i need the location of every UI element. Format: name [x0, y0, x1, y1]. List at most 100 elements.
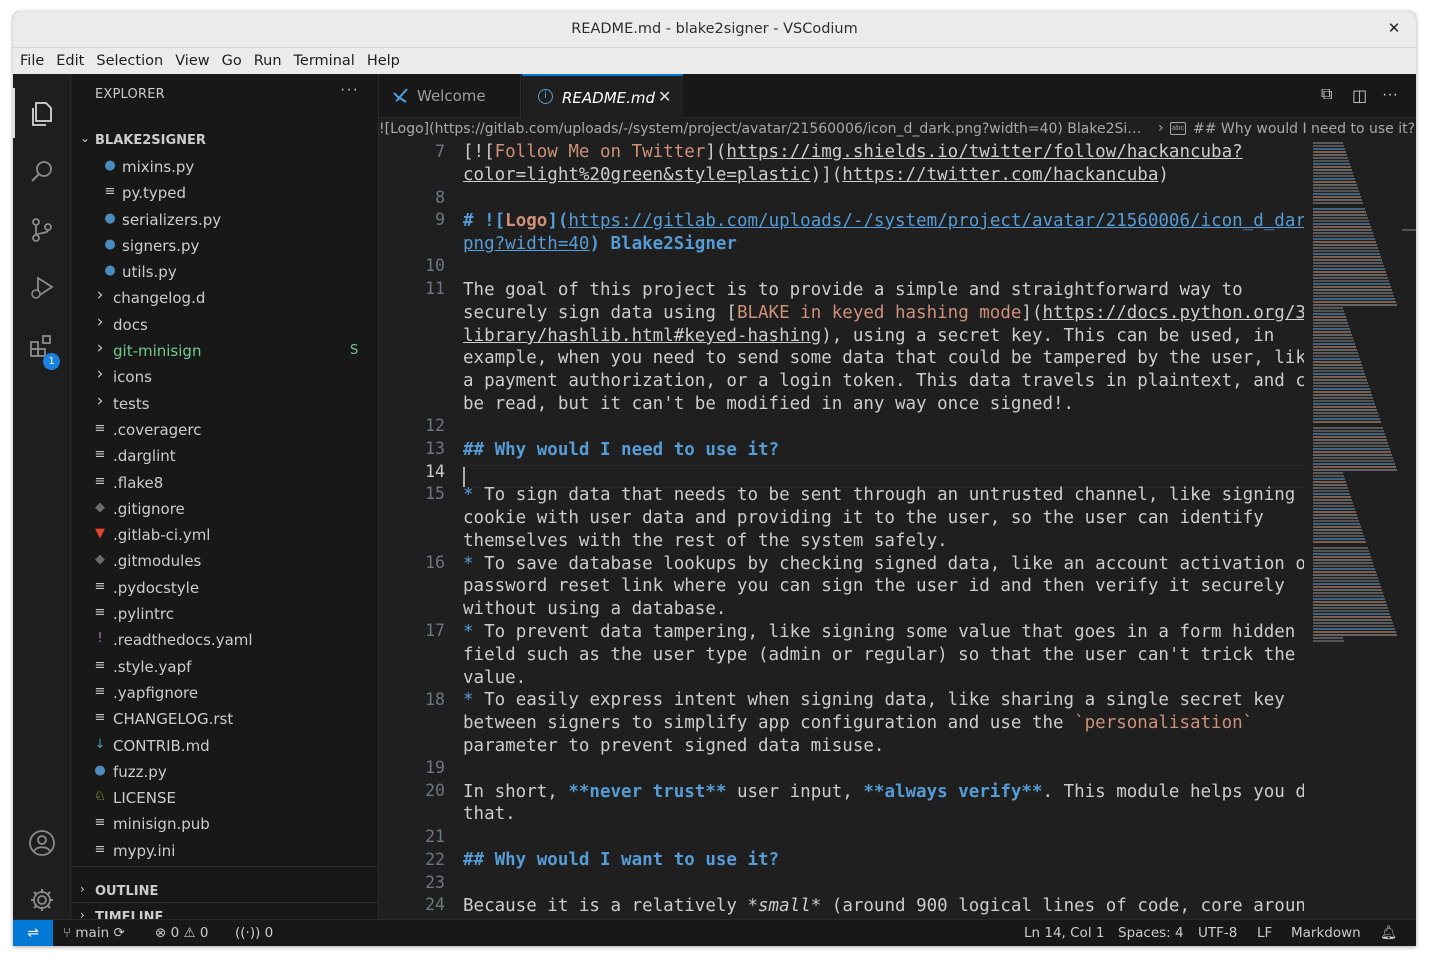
- file-tree-item[interactable]: ● utils.py: [72, 259, 379, 285]
- file-tree-item[interactable]: › git-minisign S: [72, 338, 379, 364]
- end-of-line[interactable]: LF: [1257, 925, 1272, 941]
- close-tab-icon[interactable]: ✕: [658, 87, 671, 106]
- encoding[interactable]: UTF-8: [1198, 925, 1237, 941]
- file-tree-item[interactable]: ▼ .gitlab-ci.yml: [72, 522, 379, 548]
- file-tree-item[interactable]: ≡ .pydocstyle: [72, 575, 379, 601]
- minimap-line: [1313, 370, 1364, 372]
- line-number: 7: [435, 142, 445, 161]
- remote-indicator[interactable]: ⇌: [13, 920, 53, 946]
- chevron-right-icon: ›: [96, 364, 104, 385]
- minimap-line: [1313, 382, 1368, 384]
- menu-view[interactable]: View: [169, 48, 215, 69]
- file-tree-item[interactable]: ● serializers.py: [72, 207, 379, 233]
- code-editor[interactable]: [![Follow Me on Twitter](https://img.shi…: [379, 142, 1304, 919]
- file-tree-item[interactable]: ● mixins.py: [72, 154, 379, 180]
- outline-section[interactable]: › OUTLINE: [72, 879, 379, 903]
- file-tree-item[interactable]: ◆ .gitignore: [72, 496, 379, 522]
- more-actions-icon[interactable]: ···: [340, 81, 359, 99]
- menu-terminal[interactable]: Terminal: [288, 48, 361, 69]
- file-tree-item[interactable]: ≡ mypy.ini: [72, 838, 379, 861]
- minimap-line: [1313, 610, 1389, 612]
- minimap-line: [1313, 406, 1376, 408]
- run-debug-activity-button[interactable]: [13, 262, 71, 312]
- tab-readme[interactable]: i README.md ✕: [522, 74, 683, 119]
- close-window-button[interactable]: ✕: [1384, 19, 1404, 39]
- minimap-line: [1313, 580, 1379, 582]
- file-tree-item[interactable]: ! .readthedocs.yaml: [72, 627, 379, 653]
- minimap-line: [1313, 310, 1344, 312]
- git-file-icon: ◆: [95, 499, 105, 515]
- minimap-line: [1313, 367, 1363, 369]
- breadcrumb: ![Logo](https://gitlab.com/uploads/-/sys…: [379, 118, 1416, 142]
- file-tree-item[interactable]: ◆ .gitmodules: [72, 548, 379, 574]
- file-tree-item[interactable]: ≡ minisign.pub: [72, 811, 379, 837]
- minimap-line: [1313, 511, 1356, 513]
- file-tree-item[interactable]: ≡ py.typed: [72, 180, 379, 206]
- file-tree-item-label: mypy.ini: [113, 841, 176, 860]
- line-number: 23: [425, 872, 445, 892]
- file-tree-item[interactable]: ≡ .darglint: [72, 443, 379, 469]
- workspace-root[interactable]: ⌄ BLAKE2SIGNER: [72, 128, 379, 152]
- scrollbar-thumb[interactable]: [1402, 229, 1416, 231]
- problems-indicator[interactable]: ⊗ 0 ⚠ 0: [155, 925, 209, 941]
- indentation[interactable]: Spaces: 4: [1118, 925, 1184, 941]
- file-tree-item[interactable]: ♘ LICENSE: [72, 785, 379, 811]
- file-tree-item[interactable]: ≡ CHANGELOG.rst: [72, 706, 379, 732]
- source-control-activity-button[interactable]: [13, 204, 71, 254]
- minimap-line: [1313, 508, 1355, 510]
- file-tree-item[interactable]: ≡ .yapfignore: [72, 680, 379, 706]
- file-tree-item[interactable]: ≡ .pylintrc: [72, 601, 379, 627]
- more-actions-icon[interactable]: ···: [1382, 86, 1398, 104]
- file-tree-item[interactable]: › icons: [72, 364, 379, 390]
- ports-indicator[interactable]: ((·)) 0: [235, 925, 273, 941]
- file-tree-item[interactable]: ● fuzz.py: [72, 759, 379, 785]
- menu-run[interactable]: Run: [248, 48, 288, 69]
- manage-activity-button[interactable]: [13, 874, 71, 924]
- minimap-line: [1313, 271, 1386, 273]
- file-tree-item[interactable]: ≡ .flake8: [72, 470, 379, 496]
- split-editor-icon[interactable]: ◫: [1352, 86, 1367, 106]
- menu-go[interactable]: Go: [216, 48, 248, 69]
- cursor-position[interactable]: Ln 14, Col 1: [1024, 925, 1104, 941]
- minimap-line: [1313, 445, 1389, 447]
- minimap-line: [1313, 469, 1397, 471]
- breadcrumb-heading-2[interactable]: ## Why would I need to use it?: [1193, 121, 1415, 137]
- file-tree-item-label: icons: [113, 368, 152, 387]
- minimap-line: [1313, 373, 1365, 375]
- accounts-activity-button[interactable]: [13, 817, 71, 867]
- menu-file[interactable]: File: [13, 48, 50, 69]
- minimap-line: [1313, 277, 1388, 279]
- extensions-activity-button[interactable]: 1: [13, 320, 71, 370]
- minimap[interactable]: [1311, 142, 1401, 919]
- notifications-bell-icon[interactable]: 🔔︎: [1380, 925, 1397, 941]
- branch-indicator[interactable]: ⑂ main ⟳: [63, 925, 125, 941]
- file-tree-item[interactable]: › docs: [72, 312, 379, 338]
- minimap-line: [1313, 439, 1387, 441]
- file-tree-item[interactable]: ↓ CONTRIB.md: [72, 733, 379, 759]
- vscodium-icon: [393, 88, 408, 103]
- open-preview-icon[interactable]: ⧉: [1321, 86, 1332, 104]
- tab-welcome[interactable]: Welcome: [379, 74, 521, 118]
- search-activity-button[interactable]: [13, 146, 71, 196]
- menu-selection[interactable]: Selection: [90, 48, 169, 69]
- minimap-line: [1313, 628, 1395, 630]
- file-tree-item[interactable]: ≡ .style.yapf: [72, 654, 379, 680]
- file-tree-item[interactable]: ● signers.py: [72, 233, 379, 259]
- gear-icon: [31, 889, 53, 911]
- menu-help[interactable]: Help: [361, 48, 406, 69]
- explorer-activity-button[interactable]: [13, 88, 71, 138]
- file-tree-item[interactable]: › tests: [72, 391, 379, 417]
- minimap-line: [1313, 322, 1348, 324]
- minimap-line: [1313, 538, 1365, 540]
- minimap-line: [1313, 532, 1363, 534]
- menu-edit[interactable]: Edit: [50, 48, 90, 69]
- minimap-line: [1313, 163, 1350, 165]
- breadcrumb-heading-1[interactable]: ![Logo](https://gitlab.com/uploads/-/sys…: [379, 121, 1149, 137]
- minimap-line: [1313, 622, 1393, 624]
- language-mode[interactable]: Markdown: [1291, 925, 1361, 941]
- file-tree-item[interactable]: ≡ .coveragerc: [72, 417, 379, 443]
- file-tree-item[interactable]: › changelog.d: [72, 285, 379, 311]
- minimap-line: [1313, 202, 1363, 204]
- minimap-line: [1313, 253, 1380, 255]
- line-number: 8: [435, 187, 445, 207]
